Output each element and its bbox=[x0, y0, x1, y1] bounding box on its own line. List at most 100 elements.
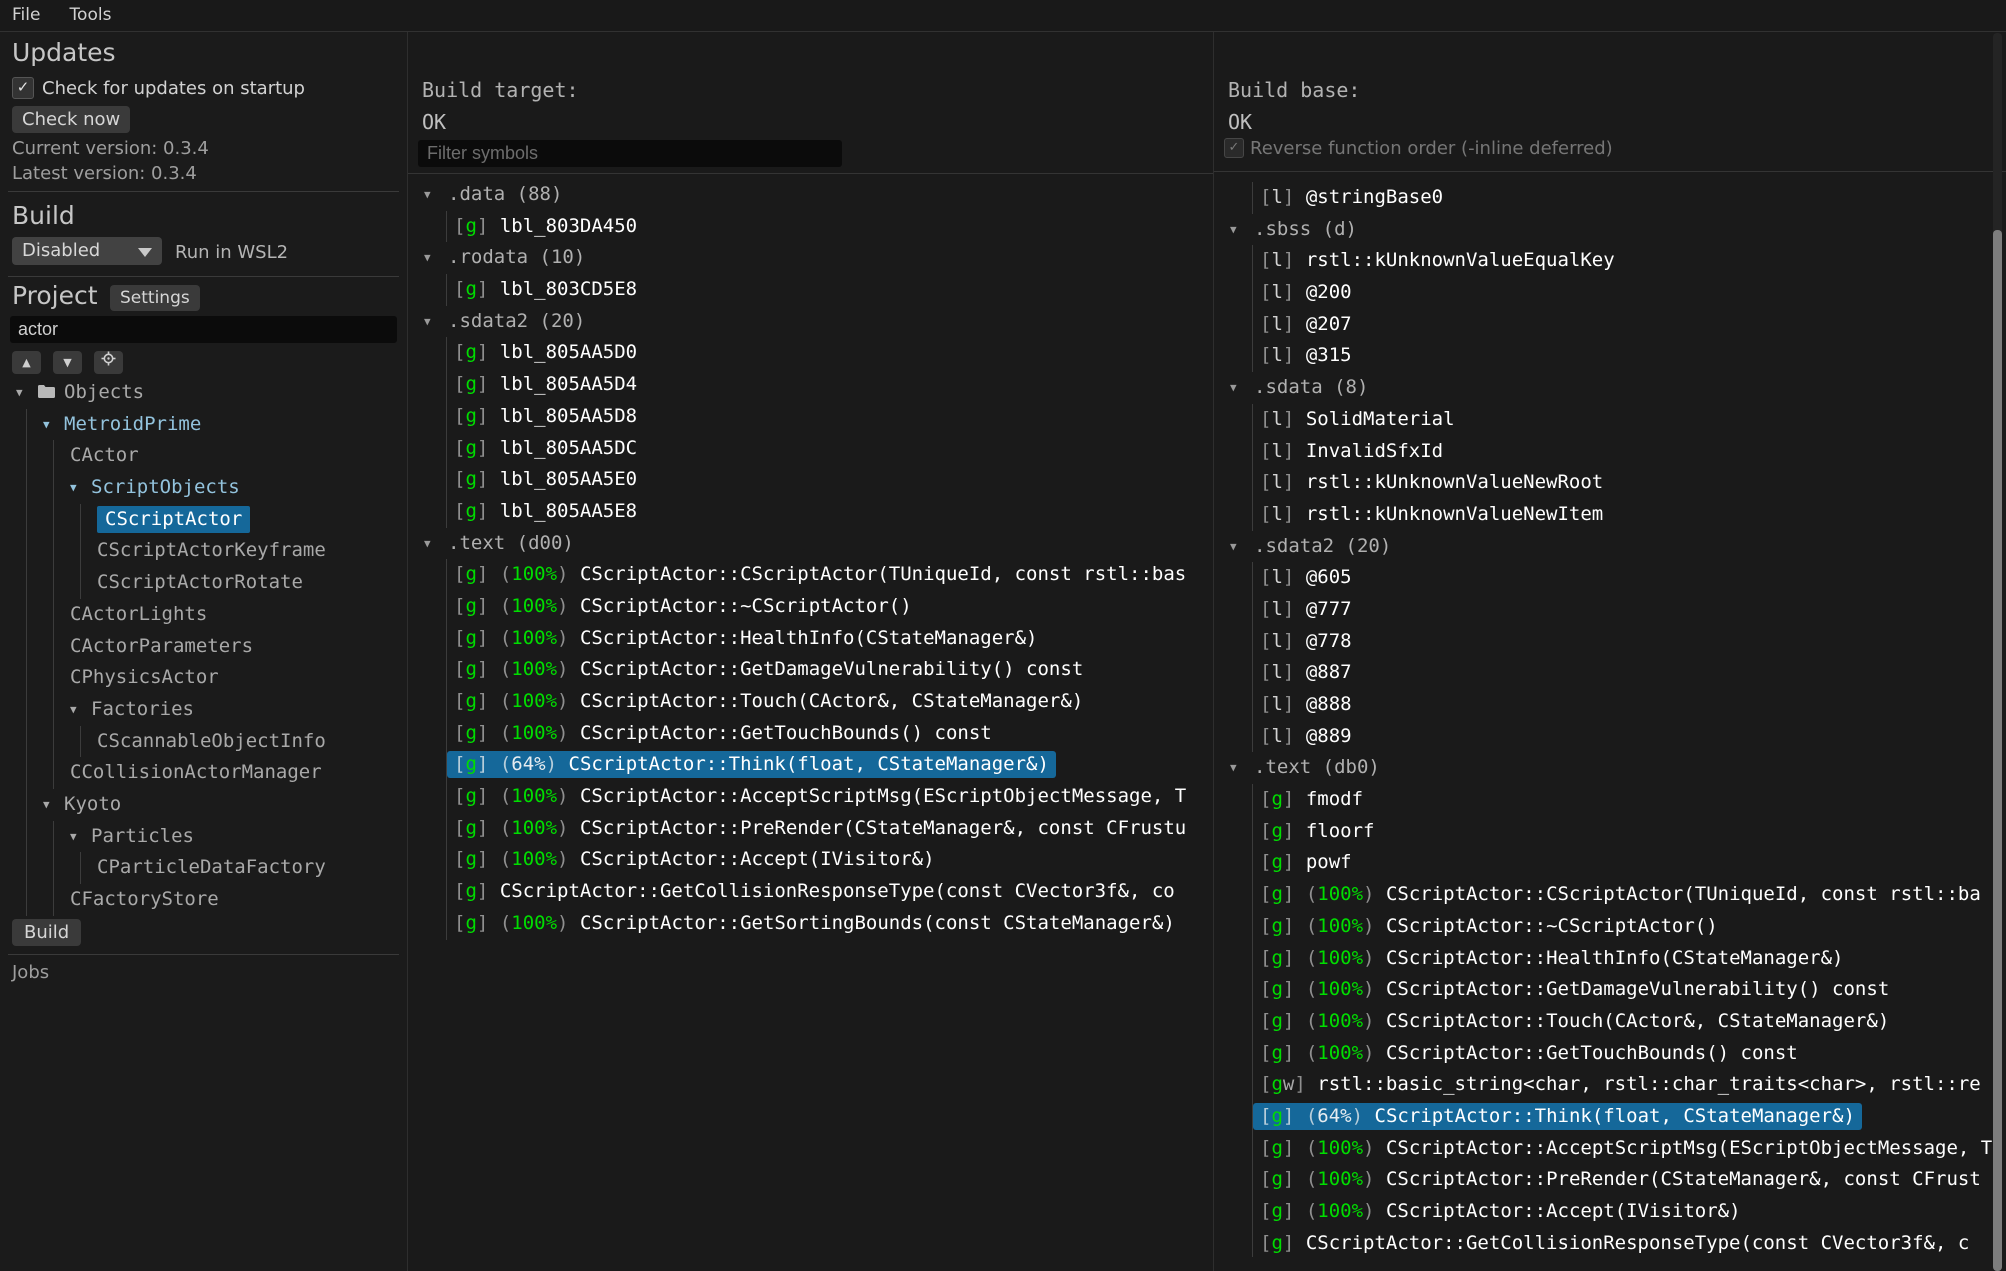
symbol-section-row[interactable]: ▼.sdata2 (20) bbox=[1214, 531, 2006, 563]
tree-item-cactorlights[interactable]: CActorLights bbox=[0, 599, 407, 631]
tree-item-kyoto[interactable]: ▼Kyoto bbox=[0, 789, 407, 821]
symbol-row[interactable]: [g] (64%) CScriptActor::Think(float, CSt… bbox=[1214, 1101, 2006, 1133]
symbol-row[interactable]: [l] rstl::kUnknownValueEqualKey bbox=[1214, 245, 2006, 277]
symbol-row[interactable]: [g] CScriptActor::GetCollisionResponseTy… bbox=[408, 876, 1214, 908]
symbol-row[interactable]: [g] powf bbox=[1214, 847, 2006, 879]
tree-item-cparticledatafactory[interactable]: CParticleDataFactory bbox=[0, 852, 407, 884]
symbol-row[interactable]: [g] (100%) CScriptActor::GetTouchBounds(… bbox=[408, 718, 1214, 750]
symbol-row[interactable]: [g] (100%) CScriptActor::AcceptScriptMsg… bbox=[1214, 1133, 2006, 1165]
symbol-section-row[interactable]: ▼.text (d00) bbox=[408, 528, 1214, 560]
symbol-row[interactable]: [g] lbl_805AA5D4 bbox=[408, 369, 1214, 401]
tree-item-cactorparameters[interactable]: CActorParameters bbox=[0, 631, 407, 663]
symbol-row[interactable]: [g] (100%) CScriptActor::Touch(CActor&, … bbox=[408, 686, 1214, 718]
symbol-row[interactable]: [l] @stringBase0 bbox=[1214, 182, 2006, 214]
symbol-section-row[interactable]: ▼.text (db0) bbox=[1214, 752, 2006, 784]
symbol-row[interactable]: [g] lbl_805AA5DC bbox=[408, 433, 1214, 465]
menu-file[interactable]: File bbox=[0, 0, 52, 30]
symbol-section-row[interactable]: ▼.sdata (8) bbox=[1214, 372, 2006, 404]
symbol-row[interactable]: [l] @605 bbox=[1214, 562, 2006, 594]
symbol-row[interactable]: [l] @778 bbox=[1214, 626, 2006, 658]
symbol-row[interactable]: [l] InvalidSfxId bbox=[1214, 436, 2006, 468]
locate-button[interactable] bbox=[94, 351, 123, 374]
symbol-row[interactable]: [g] (100%) CScriptActor::GetDamageVulner… bbox=[408, 654, 1214, 686]
symbol-row[interactable]: [l] @887 bbox=[1214, 657, 2006, 689]
symbol-row[interactable]: [g] (64%) CScriptActor::Think(float, CSt… bbox=[408, 749, 1214, 781]
symbol-row[interactable]: [l] rstl::kUnknownValueNewRoot bbox=[1214, 467, 2006, 499]
tree-item-cscriptactorkeyframe[interactable]: CScriptActorKeyframe bbox=[0, 535, 407, 567]
check-now-button[interactable]: Check now bbox=[12, 106, 130, 133]
symbol-row[interactable]: [g] (100%) CScriptActor::~CScriptActor() bbox=[408, 591, 1214, 623]
filter-symbols-input[interactable] bbox=[418, 140, 842, 167]
tree-item-metroidprime[interactable]: ▼MetroidPrime bbox=[0, 409, 407, 441]
symbol-row[interactable]: [g] (100%) CScriptActor::PreRender(CStat… bbox=[1214, 1164, 2006, 1196]
symbol-row[interactable]: [g] (100%) CScriptActor::CScriptActor(TU… bbox=[1214, 879, 2006, 911]
symbol-row[interactable]: [l] @315 bbox=[1214, 340, 2006, 372]
wsl-label: Run in WSL2 bbox=[175, 242, 288, 263]
symbol-row[interactable]: [l] SolidMaterial bbox=[1214, 404, 2006, 436]
tree-item-cphysicsactor[interactable]: CPhysicsActor bbox=[0, 662, 407, 694]
selected-symbol[interactable]: [g] (64%) CScriptActor::Think(float, CSt… bbox=[447, 751, 1056, 778]
symbol-row[interactable]: [g] lbl_805AA5E0 bbox=[408, 464, 1214, 496]
target-symbol-list: ▼.data (88)[g] lbl_803DA450▼.rodata (10)… bbox=[408, 179, 1214, 1257]
symbol-row[interactable]: [g] (100%) CScriptActor::GetSortingBound… bbox=[408, 908, 1214, 940]
next-match-button[interactable]: ▼ bbox=[53, 351, 82, 374]
tree-item-ccollisionactormanager[interactable]: CCollisionActorManager bbox=[0, 757, 407, 789]
symbol-row[interactable]: [g] lbl_805AA5D8 bbox=[408, 401, 1214, 433]
menu-tools[interactable]: Tools bbox=[58, 0, 124, 30]
symbol-row[interactable]: [g] lbl_803CD5E8 bbox=[408, 274, 1214, 306]
prev-match-button[interactable]: ▲ bbox=[12, 351, 41, 374]
symbol-section-row[interactable]: ▼.sbss (d) bbox=[1214, 214, 2006, 246]
symbol-row[interactable]: [l] @889 bbox=[1214, 721, 2006, 753]
symbol-row[interactable]: [g] (100%) CScriptActor::PreRender(CStat… bbox=[408, 813, 1214, 845]
symbol-row[interactable]: [l] @200 bbox=[1214, 277, 2006, 309]
base-panel: Build base: OK ✓ Reverse function order … bbox=[1213, 32, 2006, 1271]
symbol-row[interactable]: [gw] rstl::basic_string<char, rstl::char… bbox=[1214, 1069, 2006, 1101]
updates-checkbox-label: Check for updates on startup bbox=[42, 78, 305, 99]
tree-item-objects[interactable]: ▼Objects bbox=[0, 377, 407, 409]
symbol-section-row[interactable]: ▼.data (88) bbox=[408, 179, 1214, 211]
symbol-row[interactable]: [g] (100%) CScriptActor::Accept(IVisitor… bbox=[1214, 1196, 2006, 1228]
symbol-row[interactable]: [g] (100%) CScriptActor::CScriptActor(TU… bbox=[408, 559, 1214, 591]
tree-item-cscriptactor[interactable]: CScriptActor bbox=[0, 504, 407, 536]
symbol-row[interactable]: [g] (100%) CScriptActor::~CScriptActor() bbox=[1214, 911, 2006, 943]
project-search-input[interactable] bbox=[10, 316, 397, 343]
chevron-down-icon: ▼ bbox=[1230, 372, 1254, 404]
tree-item-cactor[interactable]: CActor bbox=[0, 440, 407, 472]
symbol-row[interactable]: [g] (100%) CScriptActor::HealthInfo(CSta… bbox=[1214, 943, 2006, 975]
symbol-section-row[interactable]: ▼.rodata (10) bbox=[408, 242, 1214, 274]
build-mode-dropdown[interactable]: Disabled bbox=[12, 237, 162, 265]
tree-item-factories[interactable]: ▼Factories bbox=[0, 694, 407, 726]
symbol-row[interactable]: [g] (100%) CScriptActor::HealthInfo(CSta… bbox=[408, 623, 1214, 655]
symbol-row[interactable]: [g] (100%) CScriptActor::GetTouchBounds(… bbox=[1214, 1038, 2006, 1070]
symbol-section-row[interactable]: ▼.sdata2 (20) bbox=[408, 306, 1214, 338]
project-settings-button[interactable]: Settings bbox=[110, 285, 200, 311]
tree-item-cfactorystore[interactable]: CFactoryStore bbox=[0, 884, 407, 916]
symbol-row[interactable]: [g] lbl_805AA5E8 bbox=[408, 496, 1214, 528]
menu-bar: File Tools bbox=[0, 0, 2006, 32]
tree-item-scriptobjects[interactable]: ▼ScriptObjects bbox=[0, 472, 407, 504]
tree-item-particles[interactable]: ▼Particles bbox=[0, 821, 407, 853]
tree-item-cscannableobjectinfo[interactable]: CScannableObjectInfo bbox=[0, 726, 407, 758]
symbol-row[interactable]: [g] (100%) CScriptActor::Touch(CActor&, … bbox=[1214, 1006, 2006, 1038]
symbol-row[interactable]: [g] lbl_805AA5D0 bbox=[408, 337, 1214, 369]
symbol-row[interactable]: [l] @777 bbox=[1214, 594, 2006, 626]
symbol-row[interactable]: [g] (100%) CScriptActor::GetDamageVulner… bbox=[1214, 974, 2006, 1006]
chevron-down-icon: ▼ bbox=[424, 306, 448, 338]
updates-checkbox[interactable]: ✓ bbox=[12, 77, 34, 99]
symbol-row[interactable]: [g] floorf bbox=[1214, 816, 2006, 848]
vertical-scrollbar[interactable] bbox=[1993, 33, 2002, 1271]
symbol-row[interactable]: [g] CScriptActor::GetCollisionResponseTy… bbox=[1214, 1228, 2006, 1257]
tree-item-cscriptactorrotate[interactable]: CScriptActorRotate bbox=[0, 567, 407, 599]
symbol-row[interactable]: [l] rstl::kUnknownValueNewItem bbox=[1214, 499, 2006, 531]
vertical-scrollbar-thumb[interactable] bbox=[1993, 230, 2002, 1271]
symbol-row[interactable]: [g] lbl_803DA450 bbox=[408, 211, 1214, 243]
symbol-row[interactable]: [g] (100%) CScriptActor::AcceptScriptMsg… bbox=[408, 781, 1214, 813]
selected-symbol[interactable]: [g] (64%) CScriptActor::Think(float, CSt… bbox=[1253, 1103, 1862, 1130]
build-button[interactable]: Build bbox=[12, 919, 81, 946]
symbol-row[interactable]: [g] (100%) CScriptActor::Accept(IVisitor… bbox=[408, 844, 1214, 876]
symbol-row[interactable]: [g] fmodf bbox=[1214, 784, 2006, 816]
divider bbox=[8, 191, 399, 192]
symbol-row[interactable]: [l] @207 bbox=[1214, 309, 2006, 341]
crosshair-icon bbox=[101, 356, 116, 369]
symbol-row[interactable]: [l] @888 bbox=[1214, 689, 2006, 721]
